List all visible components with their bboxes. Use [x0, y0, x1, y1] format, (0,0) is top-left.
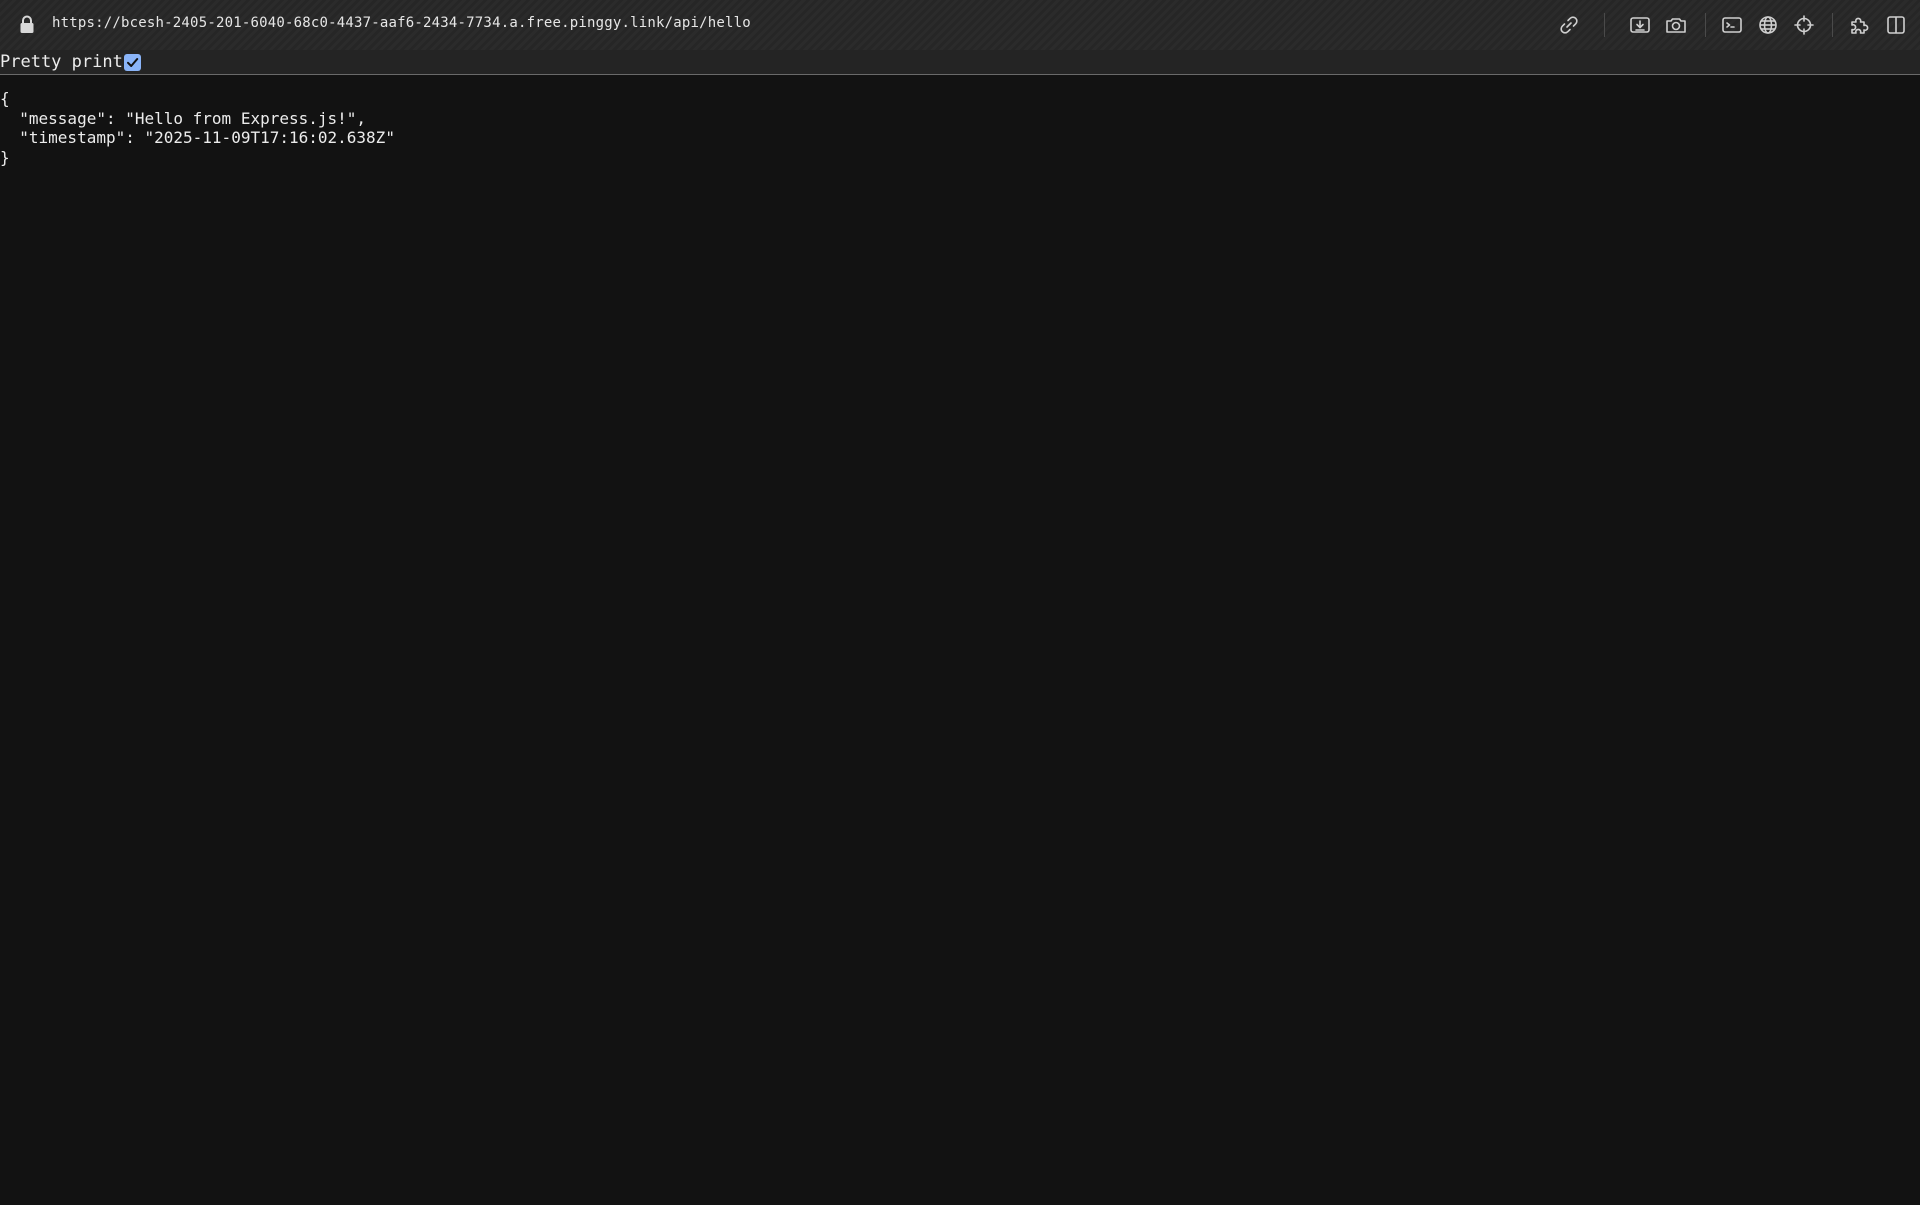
browser-toolbar: https://bcesh-2405-201-6040-68c0-4437-aa…	[0, 0, 1920, 50]
toolbar-separator	[1705, 13, 1706, 37]
json-line: {	[0, 89, 10, 108]
globe-icon[interactable]	[1756, 13, 1780, 37]
pretty-print-bar: Pretty print	[0, 50, 1920, 75]
terminal-icon[interactable]	[1720, 13, 1744, 37]
extensions-icon[interactable]	[1848, 13, 1872, 37]
toolbar-separator	[1604, 13, 1605, 37]
pretty-print-label: Pretty print	[0, 52, 123, 72]
json-line: }	[0, 147, 10, 167]
crosshair-icon[interactable]	[1792, 13, 1816, 37]
json-content: { "message": "Hello from Express.js!", "…	[0, 89, 395, 167]
pretty-print-checkbox[interactable]	[124, 54, 141, 71]
download-page-icon[interactable]	[1628, 13, 1652, 37]
split-view-icon[interactable]	[1884, 13, 1908, 37]
toolbar-separator	[1832, 13, 1833, 37]
lock-icon[interactable]	[18, 15, 36, 35]
link-icon[interactable]	[1557, 13, 1581, 37]
json-line: "message": "Hello from Express.js!",	[0, 108, 367, 128]
address-bar-url[interactable]: https://bcesh-2405-201-6040-68c0-4437-aa…	[52, 15, 751, 31]
json-line: "timestamp": "2025-11-09T17:16:02.638Z"	[0, 128, 395, 147]
checkmark-icon	[127, 58, 139, 67]
camera-icon[interactable]	[1664, 13, 1688, 37]
